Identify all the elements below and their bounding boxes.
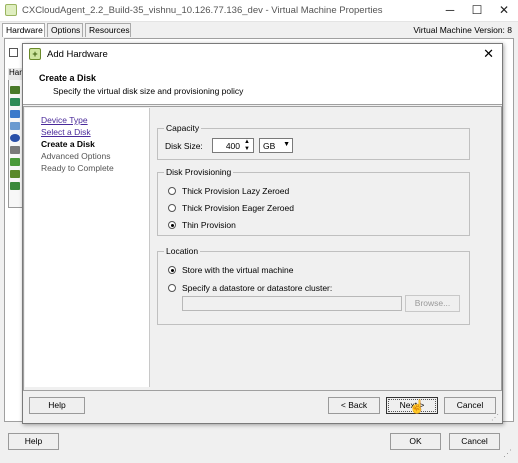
window-titlebar: CXCloudAgent_2.2_Build-35_vishnu_10.126.… <box>0 0 518 22</box>
disk-size-spinner[interactable]: 400 ▲ ▼ <box>212 138 254 153</box>
maximize-icon[interactable]: ☐ <box>469 3 485 17</box>
back-button[interactable]: < Back <box>328 397 380 414</box>
dialog-help-button[interactable]: Help <box>29 397 85 414</box>
wizard-body: Device Type Select a Disk Create a Disk … <box>23 106 502 391</box>
resize-grip-icon[interactable]: ⋰ <box>503 447 515 459</box>
wizard-footer: Help < Back Next > Cancel ☝ ⋰ <box>23 393 502 423</box>
dialog-titlebar: + Add Hardware ✕ <box>23 44 502 64</box>
cd-dvd-icon <box>10 134 20 142</box>
thin-provision-radio[interactable] <box>168 221 176 229</box>
outer-ok-button[interactable]: OK <box>390 433 441 450</box>
capacity-group-label: Capacity <box>164 123 202 133</box>
provisioning-group-label: Disk Provisioning <box>164 167 234 177</box>
nav-advanced-options: Advanced Options <box>41 151 111 161</box>
network-adapter-icon <box>10 158 20 166</box>
hard-disk-icon <box>10 182 20 190</box>
memory-icon <box>10 86 20 94</box>
wizard-step-subtitle: Specify the virtual disk size and provis… <box>53 86 244 96</box>
unit-select-value: GB <box>263 141 276 151</box>
specify-datastore-label: Specify a datastore or datastore cluster… <box>182 283 333 293</box>
tab-options[interactable]: Options <box>47 23 83 37</box>
window-title: CXCloudAgent_2.2_Build-35_vishnu_10.126.… <box>22 5 383 16</box>
dialog-cancel-button[interactable]: Cancel <box>444 397 496 414</box>
location-group: Location Store with the virtual machine … <box>157 246 470 325</box>
mouse-cursor-icon: ☝ <box>409 399 426 414</box>
thin-provision-label: Thin Provision <box>182 220 236 230</box>
dialog-title: Add Hardware <box>47 49 108 60</box>
disk-size-unit-select[interactable]: GB ▼ <box>259 138 293 153</box>
app-icon <box>5 4 17 16</box>
video-card-icon <box>10 110 20 118</box>
minimize-icon[interactable]: ─ <box>442 3 458 17</box>
tab-resources[interactable]: Resources <box>85 23 131 37</box>
scsi-controller-icon <box>10 170 20 178</box>
show-all-devices-checkbox[interactable] <box>9 48 18 57</box>
wizard-nav: Device Type Select a Disk Create a Disk … <box>25 108 150 387</box>
chevron-down-icon: ▼ <box>283 141 290 148</box>
tab-hardware[interactable]: Hardware <box>2 23 45 37</box>
browse-button[interactable]: Browse... <box>405 295 460 312</box>
disk-provisioning-group: Disk Provisioning Thick Provision Lazy Z… <box>157 167 470 236</box>
add-hardware-dialog: + Add Hardware ✕ Create a Disk Specify t… <box>22 43 503 424</box>
store-with-vm-label: Store with the virtual machine <box>182 265 294 275</box>
wizard-header: Create a Disk Specify the virtual disk s… <box>23 64 502 105</box>
outer-cancel-button[interactable]: Cancel <box>449 433 500 450</box>
nav-select-a-disk[interactable]: Select a Disk <box>41 127 91 137</box>
specify-datastore-radio[interactable] <box>168 284 176 292</box>
vm-version-label: Virtual Machine Version: 8 <box>413 25 512 35</box>
cpu-icon <box>10 98 20 106</box>
close-icon[interactable]: ✕ <box>496 3 512 17</box>
nav-ready-to-complete: Ready to Complete <box>41 163 114 173</box>
store-with-vm-radio[interactable] <box>168 266 176 274</box>
capacity-group: Capacity Disk Size: 400 ▲ ▼ GB ▼ <box>157 123 470 160</box>
disk-size-label: Disk Size: <box>165 141 203 151</box>
thick-eager-radio[interactable] <box>168 204 176 212</box>
dialog-close-icon[interactable]: ✕ <box>483 46 494 62</box>
spinner-up-icon[interactable]: ▲ <box>242 139 252 145</box>
floppy-icon <box>10 146 20 154</box>
disk-size-input[interactable]: 400 <box>226 141 240 151</box>
wizard-step-title: Create a Disk <box>39 73 97 83</box>
thick-eager-label: Thick Provision Eager Zeroed <box>182 203 294 213</box>
vmci-device-icon <box>10 122 20 130</box>
thick-lazy-radio[interactable] <box>168 187 176 195</box>
dialog-resize-grip-icon[interactable]: ⋰ <box>491 413 501 423</box>
location-group-label: Location <box>164 246 201 256</box>
spinner-down-icon[interactable]: ▼ <box>242 146 252 152</box>
add-hardware-icon: + <box>29 48 41 60</box>
nav-device-type[interactable]: Device Type <box>41 115 88 125</box>
nav-create-a-disk: Create a Disk <box>41 139 95 149</box>
outer-help-button[interactable]: Help <box>8 433 59 450</box>
thick-lazy-label: Thick Provision Lazy Zeroed <box>182 186 290 196</box>
datastore-field[interactable] <box>182 296 402 311</box>
